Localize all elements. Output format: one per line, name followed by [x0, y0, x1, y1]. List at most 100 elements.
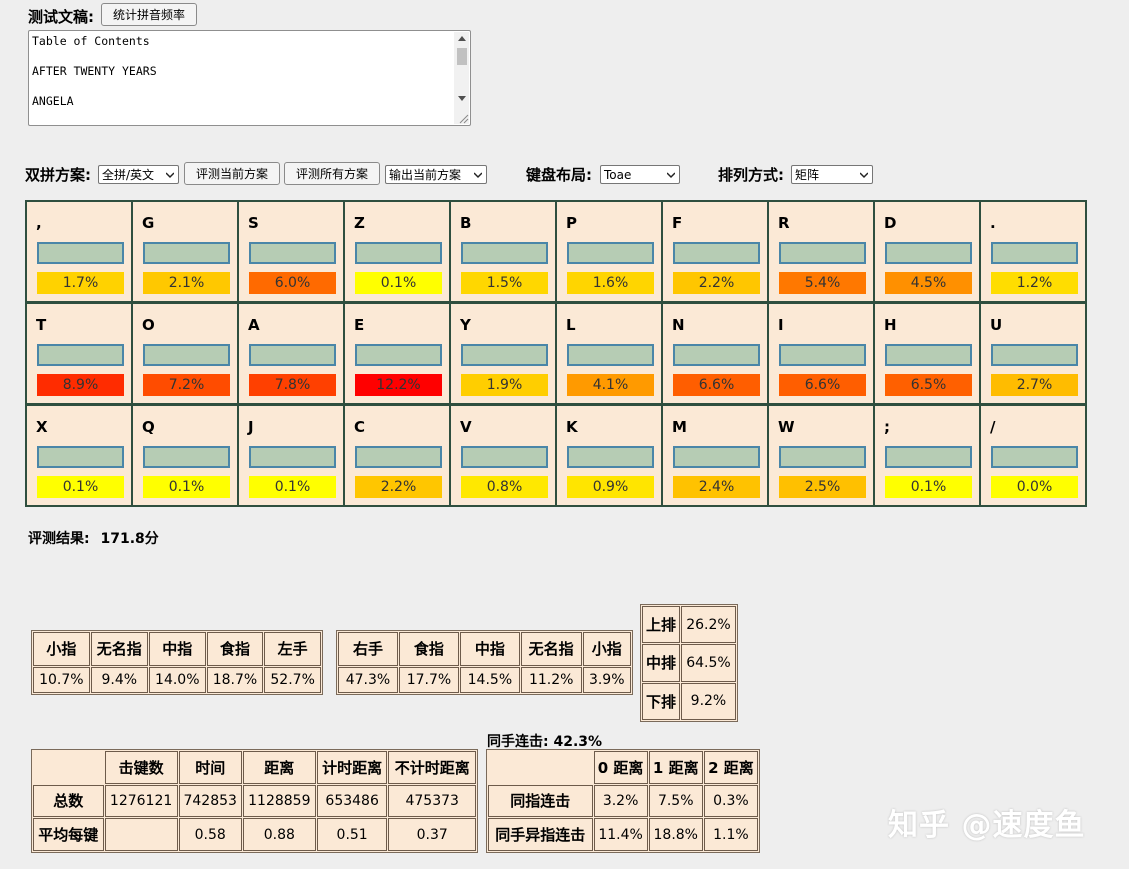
key-mapping-input[interactable] [461, 446, 548, 468]
key-letter: . [990, 214, 996, 232]
result-score: 171.8分 [100, 531, 159, 547]
key-mapping-input[interactable] [991, 344, 1078, 366]
value-cell: 742853 [178, 784, 242, 818]
key-letter: N [672, 316, 685, 334]
key-mapping-input[interactable] [779, 344, 866, 366]
key-mapping-input[interactable] [673, 344, 760, 366]
eval-all-button[interactable]: 评测所有方案 [284, 162, 380, 185]
header-cell: 2 距离 [703, 751, 758, 784]
scroll-down-icon[interactable] [458, 96, 466, 101]
scroll-thumb[interactable] [457, 48, 467, 65]
scroll-up-icon[interactable] [458, 36, 466, 41]
count-pinyin-button[interactable]: 统计拼音频率 [101, 3, 197, 26]
key-1: G 2.1% [133, 202, 237, 301]
value-cell: 10.7% [33, 666, 90, 693]
key-mapping-input[interactable] [567, 446, 654, 468]
textarea-scrollbar[interactable] [454, 32, 469, 124]
key-letter: Q [142, 418, 155, 436]
key-letter: B [460, 214, 472, 232]
chevron-down-icon [166, 172, 174, 179]
row-value: 64.5% [680, 644, 736, 682]
key-mapping-input[interactable] [37, 344, 124, 366]
table-row: 同手异指连击 11.4% 18.8% 1.1% [488, 818, 758, 851]
key-mapping-input[interactable] [779, 446, 866, 468]
key-letter: I [778, 316, 784, 334]
header-cell [488, 751, 593, 784]
key-letter: W [778, 418, 795, 436]
key-mapping-input[interactable] [461, 344, 548, 366]
layout-select[interactable]: Toae [600, 165, 680, 184]
key-frequency-bar: 6.6% [779, 374, 866, 396]
header-cell: 中指 [148, 632, 206, 666]
header-cell: 中指 [459, 632, 520, 666]
key-mapping-input[interactable] [355, 242, 442, 264]
key-mapping-input[interactable] [885, 446, 972, 468]
key-frequency-bar: 2.4% [673, 476, 760, 498]
key-mapping-input[interactable] [249, 344, 336, 366]
key-letter: H [884, 316, 897, 334]
key-mapping-input[interactable] [143, 344, 230, 366]
key-letter: T [36, 316, 47, 334]
value-cell: 7.5% [648, 784, 703, 818]
textarea-content: Table of Contents AFTER TWENTY YEARS ANG… [32, 34, 157, 108]
key-mapping-input[interactable] [143, 446, 230, 468]
key-mapping-input[interactable] [461, 242, 548, 264]
watermark: 知乎 @速度鱼 [888, 808, 1086, 843]
key-frequency-bar: 1.9% [461, 374, 548, 396]
export-select[interactable]: 输出当前方案 [385, 165, 487, 184]
left-hand-table: 小指 无名指 中指 食指 左手 10.7% 9.4% 14.0% 18.7% 52.7% [31, 630, 323, 695]
value-cell: 47.3% [338, 666, 398, 693]
arrange-select-value: 矩阵 [795, 168, 820, 182]
key-mapping-input[interactable] [885, 242, 972, 264]
header-cell: 0 距离 [593, 751, 648, 784]
row-label: 同手异指连击 [488, 818, 593, 851]
key-mapping-input[interactable] [249, 446, 336, 468]
value-cell: 18.7% [206, 666, 264, 693]
key-28: ; 0.1% [875, 406, 979, 505]
key-7: R 5.4% [769, 202, 873, 301]
keyboard-grid: , 1.7% G 2.1% S 6.0% Z 0.1% B 1.5% P 1.6% F 2.2% R 5.4%… [25, 200, 1087, 507]
key-frequency-bar: 0.0% [991, 476, 1078, 498]
value-row: 47.3% 17.7% 14.5% 11.2% 3.9% [338, 666, 631, 693]
key-16: N 6.6% [663, 304, 767, 403]
key-frequency-bar: 6.0% [249, 272, 336, 294]
value-cell: 1276121 [104, 784, 178, 818]
key-letter: / [990, 418, 996, 436]
scheme-select[interactable]: 全拼/英文 [98, 165, 179, 184]
arrange-select[interactable]: 矩阵 [791, 165, 873, 184]
test-document-textarea[interactable]: Table of Contents AFTER TWENTY YEARS ANG… [28, 30, 471, 126]
key-mapping-input[interactable] [991, 242, 1078, 264]
header-row: 0 距离 1 距离 2 距离 [488, 751, 758, 784]
arrange-label: 排列方式: [718, 166, 784, 184]
key-letter: X [36, 418, 48, 436]
key-9: . 1.2% [981, 202, 1085, 301]
chevron-down-icon [860, 172, 868, 179]
value-cell: 3.2% [593, 784, 648, 818]
key-mapping-input[interactable] [143, 242, 230, 264]
row-label: 上排 [642, 606, 680, 644]
key-mapping-input[interactable] [991, 446, 1078, 468]
key-mapping-input[interactable] [567, 242, 654, 264]
key-3: Z 0.1% [345, 202, 449, 301]
key-letter: J [248, 418, 254, 436]
resize-grip-icon[interactable] [457, 112, 469, 124]
key-mapping-input[interactable] [355, 344, 442, 366]
key-mapping-input[interactable] [779, 242, 866, 264]
key-mapping-input[interactable] [885, 344, 972, 366]
header-cell: 小指 [582, 632, 631, 666]
key-frequency-bar: 5.4% [779, 272, 866, 294]
key-mapping-input[interactable] [249, 242, 336, 264]
key-mapping-input[interactable] [37, 242, 124, 264]
key-22: J 0.1% [239, 406, 343, 505]
eval-current-button[interactable]: 评测当前方案 [184, 162, 280, 185]
key-frequency-bar: 7.2% [143, 374, 230, 396]
key-mapping-input[interactable] [355, 446, 442, 468]
key-mapping-input[interactable] [673, 242, 760, 264]
key-frequency-bar: 0.8% [461, 476, 548, 498]
value-cell: 0.51 [316, 818, 388, 851]
key-frequency-bar: 2.2% [355, 476, 442, 498]
key-mapping-input[interactable] [37, 446, 124, 468]
value-cell: 9.4% [90, 666, 148, 693]
key-mapping-input[interactable] [673, 446, 760, 468]
key-mapping-input[interactable] [567, 344, 654, 366]
